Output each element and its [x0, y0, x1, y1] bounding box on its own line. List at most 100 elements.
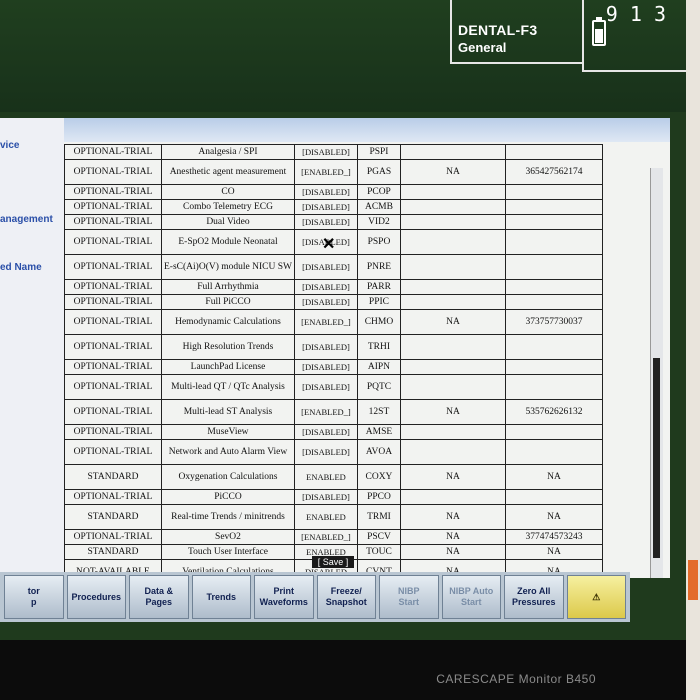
table-row[interactable]: OPTIONAL-TRIAL Hemodynamic Calculations [E…	[64, 309, 603, 335]
feature-name-cell: Combo Telemetry ECG	[161, 199, 295, 215]
status-cell[interactable]: [ENABLED_]	[293, 159, 358, 185]
code-cell: PARR	[356, 279, 401, 295]
license-type-cell: STANDARD	[64, 544, 162, 560]
feature-name-cell: E-SpO2 Module Neonatal	[161, 229, 295, 255]
value-cell: NA	[399, 544, 506, 560]
bed-info-box[interactable]: 9 1 3	[582, 0, 688, 72]
table-row[interactable]: OPTIONAL-TRIAL MuseView [DISABLED] AMSE	[64, 424, 603, 440]
print-waveforms-button[interactable]: Print Waveforms	[254, 575, 314, 619]
btn-label: Zero All Pressures	[511, 586, 556, 607]
value-cell	[399, 229, 506, 255]
status-cell[interactable]: [DISABLED]	[293, 279, 358, 295]
nibp-start-button[interactable]: NIBP Start	[379, 575, 439, 619]
code-cell: PNRE	[356, 254, 401, 280]
value-cell	[399, 359, 506, 375]
key-cell	[504, 254, 603, 280]
table-row[interactable]: OPTIONAL-TRIAL Multi-lead QT / QTc Analys…	[64, 374, 603, 400]
code-cell: PQTC	[356, 374, 401, 400]
code-cell: PPCO	[356, 489, 401, 505]
license-type-cell: OPTIONAL-TRIAL	[64, 199, 162, 215]
btn-label: Freeze/Snapshot	[325, 586, 367, 607]
left-menu-item-name[interactable]: ed Name	[0, 262, 42, 273]
patient-info-box[interactable]: DENTAL-F3 General	[450, 0, 582, 64]
license-type-cell: OPTIONAL-TRIAL	[64, 214, 162, 230]
nibp-auto-start-button[interactable]: NIBP Auto Start	[441, 575, 501, 619]
table-row[interactable]: OPTIONAL-TRIAL Anesthetic agent measureme…	[64, 159, 603, 185]
code-cell: PSPI	[356, 144, 401, 160]
status-cell[interactable]: ENABLED	[293, 464, 358, 490]
alarm-silence-button[interactable]: ⚠	[566, 575, 626, 619]
feature-name-cell: E-sC(Ai)O(V) module NICU SW	[161, 254, 295, 280]
feature-name-cell: Touch User Interface	[161, 544, 295, 560]
code-cell: TRMI	[356, 504, 401, 530]
table-row[interactable]: STANDARD Real-time Trends / minitrends ENA…	[64, 504, 603, 530]
status-cell[interactable]: [DISABLED]	[293, 374, 358, 400]
value-cell: NA	[399, 464, 506, 490]
table-row[interactable]: OPTIONAL-TRIAL LaunchPad License [DISABLED…	[64, 359, 603, 375]
procedures-button[interactable]: Procedures	[66, 575, 126, 619]
status-cell[interactable]: [ENABLED_]	[293, 399, 358, 425]
table-row[interactable]: OPTIONAL-TRIAL E-sC(Ai)O(V) module NICU S…	[64, 254, 603, 280]
code-cell: PSPO	[356, 229, 401, 255]
key-cell	[504, 294, 603, 310]
status-cell[interactable]: [DISABLED]	[293, 294, 358, 310]
status-cell[interactable]: [ENABLED_]	[293, 529, 358, 545]
value-cell	[399, 294, 506, 310]
code-cell: PGAS	[356, 159, 401, 185]
status-cell[interactable]: [DISABLED]	[293, 424, 358, 440]
save-button[interactable]: [ Save ]	[312, 556, 354, 568]
table-row[interactable]: STANDARD Oxygenation Calculations ENABLED C…	[64, 464, 603, 490]
btn-label: Procedures	[71, 591, 122, 602]
table-row[interactable]: OPTIONAL-TRIAL Multi-lead ST Analysis [ENA…	[64, 399, 603, 425]
table-row[interactable]: OPTIONAL-TRIAL Full PiCCO [DISABLED] PPIC	[64, 294, 603, 310]
status-cell[interactable]: [ENABLED_]	[293, 309, 358, 335]
trends-button[interactable]: Trends	[191, 575, 251, 619]
table-row[interactable]: OPTIONAL-TRIAL CO [DISABLED] PCOP	[64, 184, 603, 200]
btn-label: Print Waveforms	[259, 586, 308, 607]
status-cell[interactable]: [DISABLED]	[293, 334, 358, 360]
btn-label: NIBP Auto Start	[449, 586, 494, 607]
scroll-thumb[interactable]	[653, 358, 660, 558]
zero-all-pressures-button[interactable]: Zero All Pressures	[504, 575, 564, 619]
code-cell: VID2	[356, 214, 401, 230]
status-cell[interactable]: [DISABLED]	[293, 439, 358, 465]
code-cell: CHMO	[356, 309, 401, 335]
key-cell	[504, 229, 603, 255]
key-cell	[504, 359, 603, 375]
feature-name-cell: Full Arrhythmia	[161, 279, 295, 295]
feature-name-cell: High Resolution Trends	[161, 334, 295, 360]
feature-name-cell: SevO2	[161, 529, 295, 545]
status-cell[interactable]: [DISABLED]	[293, 489, 358, 505]
table-row[interactable]: OPTIONAL-TRIAL Combo Telemetry ECG [DISABL…	[64, 199, 603, 215]
status-cell[interactable]: [DISABLED]	[293, 359, 358, 375]
table-row[interactable]: OPTIONAL-TRIAL Dual Video [DISABLED] VID2	[64, 214, 603, 230]
table-row[interactable]: OPTIONAL-TRIAL SevO2 [ENABLED_] PSCV NA 37747…	[64, 529, 603, 545]
status-cell[interactable]: [DISABLED]	[293, 254, 358, 280]
key-cell: NA	[504, 504, 603, 530]
status-cell[interactable]: [DISABLED]	[293, 199, 358, 215]
left-menu-item-management[interactable]: anagement	[0, 214, 53, 225]
table-row[interactable]: OPTIONAL-TRIAL Analgesia / SPI [DISABLED] P…	[64, 144, 603, 160]
code-cell: 12ST	[356, 399, 401, 425]
status-cell[interactable]: [DISABLED]	[293, 144, 358, 160]
table-row[interactable]: OPTIONAL-TRIAL Full Arrhythmia [DISABLED] P…	[64, 279, 603, 295]
feature-name-cell: Hemodynamic Calculations	[161, 309, 295, 335]
code-cell: TRHI	[356, 334, 401, 360]
status-cell[interactable]: ENABLED	[293, 504, 358, 530]
value-cell	[399, 334, 506, 360]
data-pages-button[interactable]: Data & Pages	[129, 575, 189, 619]
license-table: OPTIONAL-TRIAL Analgesia / SPI [DISABLED] P…	[64, 144, 603, 585]
table-row[interactable]: OPTIONAL-TRIAL Network and Auto Alarm Vie…	[64, 439, 603, 465]
monitor-setup-button[interactable]: tor p	[4, 575, 64, 619]
feature-name-cell: Full PiCCO	[161, 294, 295, 310]
table-row[interactable]: OPTIONAL-TRIAL PiCCO [DISABLED] PPCO	[64, 489, 603, 505]
table-scrollbar[interactable]	[650, 168, 663, 578]
freeze-snapshot-button[interactable]: Freeze/Snapshot	[316, 575, 376, 619]
code-cell: AIPN	[356, 359, 401, 375]
left-menu-item-service[interactable]: vice	[0, 140, 19, 151]
status-cell[interactable]: [DISABLED]	[293, 214, 358, 230]
key-cell	[504, 144, 603, 160]
status-cell[interactable]: [DISABLED]	[293, 184, 358, 200]
license-type-cell: OPTIONAL-TRIAL	[64, 359, 162, 375]
table-row[interactable]: OPTIONAL-TRIAL High Resolution Trends [DIS…	[64, 334, 603, 360]
